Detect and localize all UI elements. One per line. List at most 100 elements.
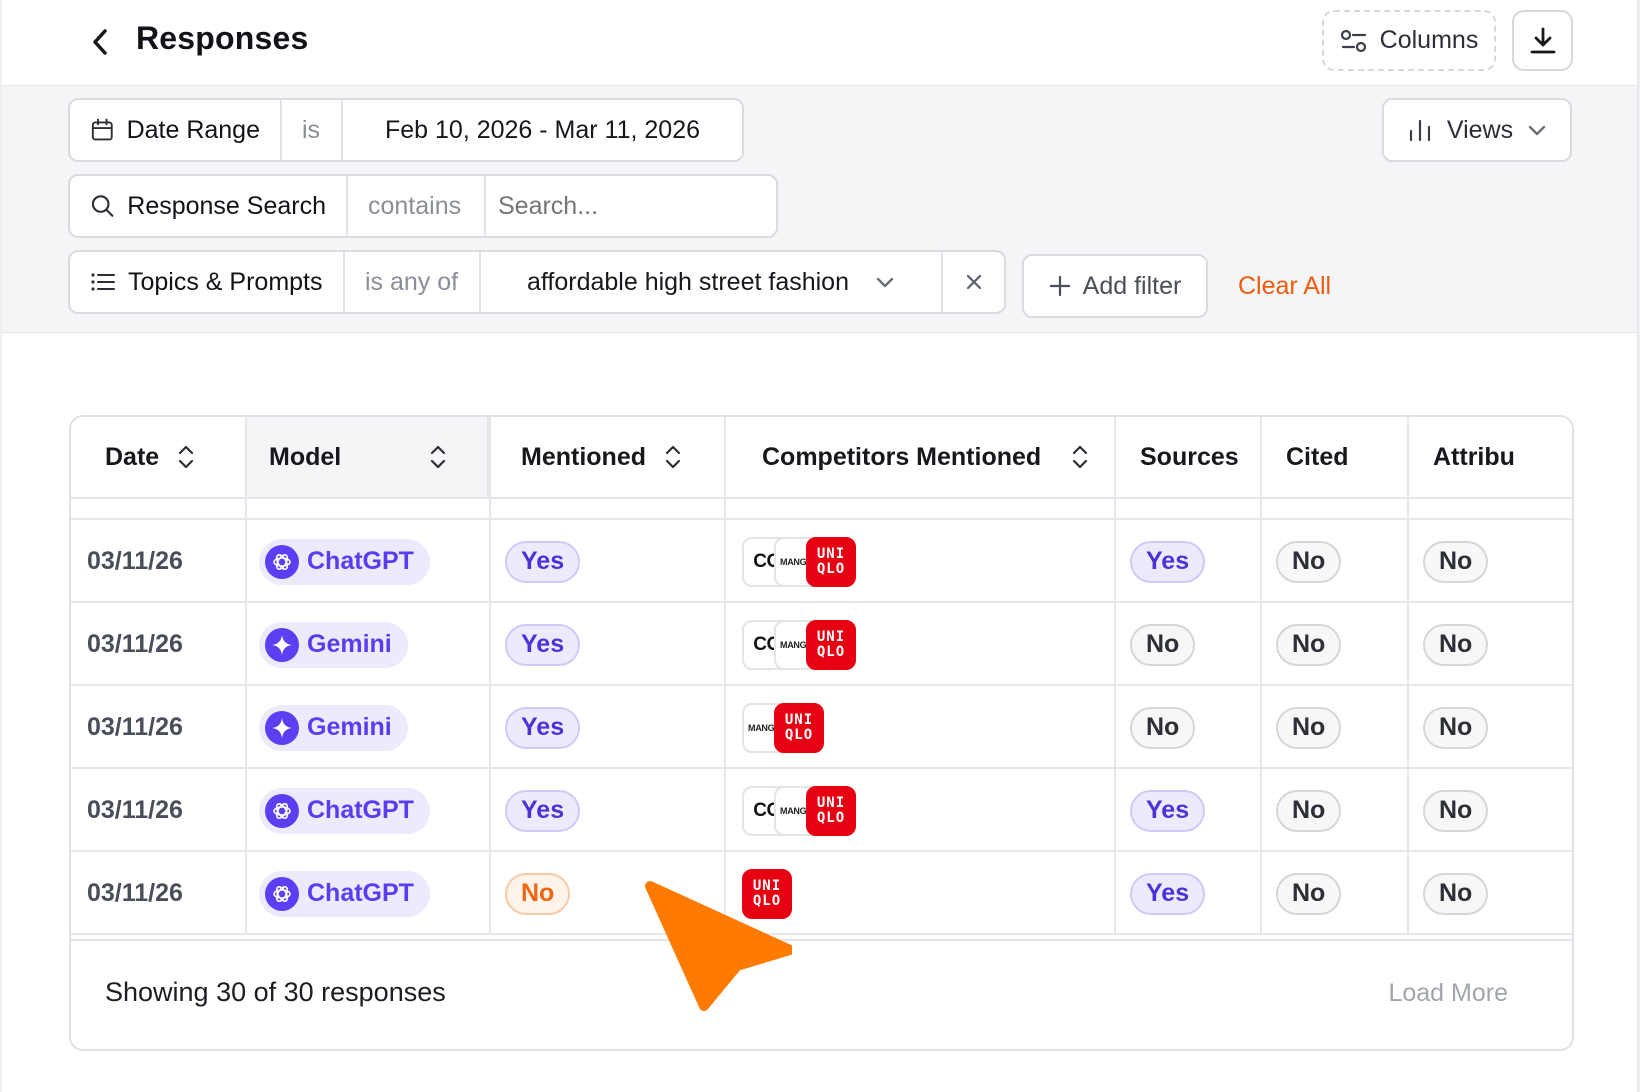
column-header-sources[interactable]: Sources [1116, 417, 1262, 497]
sources-badge[interactable]: Yes [1130, 540, 1206, 583]
response-search-input-wrap [486, 176, 776, 236]
cited-badge: No [1276, 789, 1342, 832]
topics-prompts-select[interactable]: affordable high street fashion [481, 252, 943, 312]
competitor-logos: CO MANGO UNI QLO [742, 536, 856, 587]
column-header-label: Competitors Mentioned [762, 442, 1042, 471]
bar-chart-icon [1409, 119, 1430, 142]
model-badge[interactable]: ChatGPT [259, 870, 430, 917]
response-search-field[interactable]: Response Search [70, 176, 348, 236]
model-badge[interactable]: Gemini [259, 621, 408, 668]
attributed-badge: No [1423, 872, 1489, 915]
column-header-competitors[interactable]: Competitors Mentioned [726, 417, 1116, 497]
cited-badge: No [1276, 540, 1342, 583]
competitor-logos: CO MANGO UNI QLO [742, 619, 856, 670]
sort-icon [179, 445, 194, 469]
table-row-partial [71, 499, 1572, 520]
uniqlo-logo: UNI QLO [774, 702, 824, 753]
date-range-operator[interactable]: is [282, 100, 343, 160]
column-header-label: Mentioned [521, 442, 646, 471]
chevron-down-icon [1528, 125, 1546, 136]
table-row[interactable]: 03/11/26 Gemini Yes MANGO UNI QLO No No No [71, 686, 1572, 769]
mentioned-badge: Yes [505, 540, 581, 583]
download-button[interactable] [1512, 10, 1573, 71]
column-header-model[interactable]: Model [247, 417, 491, 497]
cited-badge: No [1276, 872, 1342, 915]
back-button[interactable] [80, 22, 120, 62]
response-search-field-label: Response Search [127, 191, 326, 220]
clear-all-link[interactable]: Clear All [1238, 272, 1331, 301]
page-header: Responses Columns [2, 0, 1637, 86]
date-cell: 03/11/26 [87, 630, 183, 658]
model-badge[interactable]: ChatGPT [259, 787, 430, 834]
sources-badge[interactable]: No [1130, 623, 1196, 666]
table-body: 03/11/26 ChatGPT Yes CO MANGO UNI QLO Yes No No 03… [71, 499, 1572, 939]
remove-filter-button[interactable] [943, 252, 1004, 312]
column-header-label: Date [105, 442, 160, 471]
date-cell: 03/11/26 [87, 796, 183, 824]
add-filter-button[interactable]: Add filter [1022, 254, 1208, 318]
cited-badge: No [1276, 706, 1342, 749]
mentioned-badge: Yes [505, 789, 581, 832]
sources-badge[interactable]: Yes [1130, 789, 1206, 832]
table-footer: Showing 30 of 30 responses Load More [71, 939, 1572, 1049]
date-range-field[interactable]: Date Range [70, 100, 282, 160]
close-icon [966, 274, 981, 290]
calendar-icon [91, 118, 113, 141]
responses-table: Date Model Mentioned Competitors Mention… [69, 415, 1574, 1051]
app-window: Responses Columns Date Range is Feb 10, … [2, 0, 1638, 1092]
uniqlo-logo: UNI QLO [806, 785, 856, 836]
results-count: Showing 30 of 30 responses [105, 977, 446, 1007]
search-icon [91, 195, 114, 217]
sort-icon [430, 445, 446, 469]
chatgpt-icon [265, 544, 299, 579]
column-header-attributed[interactable]: Attribu [1409, 417, 1572, 497]
topics-prompts-filter[interactable]: Topics & Prompts is any of affordable hi… [68, 250, 1006, 314]
columns-button[interactable]: Columns [1322, 10, 1496, 71]
plus-icon [1049, 275, 1070, 297]
chevron-left-icon [93, 29, 107, 55]
date-range-value[interactable]: Feb 10, 2026 - Mar 11, 2026 [343, 100, 742, 160]
model-badge[interactable]: Gemini [259, 704, 408, 751]
table-row[interactable]: 03/11/26 Gemini Yes CO MANGO UNI QLO No No No [71, 603, 1572, 686]
sort-icon [1073, 445, 1088, 469]
attributed-badge: No [1423, 789, 1489, 832]
cited-badge: No [1276, 623, 1342, 666]
gemini-icon [265, 710, 299, 745]
date-range-filter[interactable]: Date Range is Feb 10, 2026 - Mar 11, 202… [68, 98, 744, 162]
cursor-pointer-icon [645, 881, 792, 1011]
list-icon [91, 273, 115, 291]
response-search-operator[interactable]: contains [348, 176, 486, 236]
views-label: Views [1446, 115, 1514, 144]
topics-prompts-value: affordable high street fashion [527, 267, 849, 296]
gemini-icon [265, 627, 299, 662]
mentioned-badge: No [505, 872, 571, 915]
chatgpt-icon [265, 793, 299, 828]
sources-badge[interactable]: Yes [1130, 872, 1206, 915]
column-header-date[interactable]: Date [71, 417, 247, 497]
response-search-filter[interactable]: Response Search contains [68, 174, 778, 238]
uniqlo-logo: UNI QLO [806, 536, 856, 587]
chatgpt-icon [265, 876, 299, 911]
table-row[interactable]: 03/11/26 ChatGPT Yes CO MANGO UNI QLO Yes No No [71, 769, 1572, 852]
table-row[interactable]: 03/11/26 ChatGPT No UNI QLO Yes No No [71, 852, 1572, 935]
page-title: Responses [136, 20, 309, 56]
competitor-logos: MANGO UNI QLO [742, 702, 824, 753]
chevron-down-icon [876, 277, 894, 288]
column-header-mentioned[interactable]: Mentioned [491, 417, 726, 497]
mentioned-badge: Yes [505, 623, 581, 666]
topics-prompts-field[interactable]: Topics & Prompts [70, 252, 345, 312]
date-range-field-label: Date Range [126, 115, 260, 144]
topics-prompts-operator[interactable]: is any of [345, 252, 481, 312]
attributed-badge: No [1423, 540, 1489, 583]
load-more-button[interactable]: Load More [1388, 979, 1508, 1008]
column-header-label: Sources [1140, 442, 1239, 471]
table-row[interactable]: 03/11/26 ChatGPT Yes CO MANGO UNI QLO Yes No No [71, 520, 1572, 603]
uniqlo-logo: UNI QLO [806, 619, 856, 670]
model-badge[interactable]: ChatGPT [259, 538, 430, 585]
views-dropdown[interactable]: Views [1382, 98, 1572, 162]
attributed-badge: No [1423, 623, 1489, 666]
response-search-input[interactable] [486, 176, 776, 236]
column-header-cited[interactable]: Cited [1262, 417, 1409, 497]
sources-badge[interactable]: No [1130, 706, 1196, 749]
attributed-badge: No [1423, 706, 1489, 749]
